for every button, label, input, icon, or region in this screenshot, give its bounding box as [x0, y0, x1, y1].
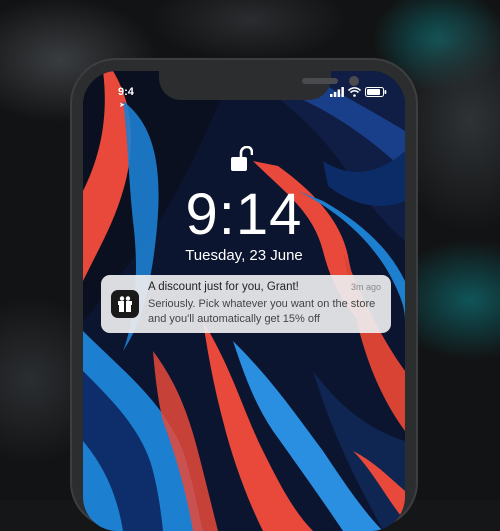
front-camera	[349, 76, 359, 86]
location-arrow-icon: ➤	[119, 102, 125, 109]
status-time: 9:4	[118, 86, 134, 98]
app-icon	[111, 290, 139, 318]
lock-screen: 9:4 ➤ 9:14 Tuesday, 23 June A discount j…	[83, 71, 405, 531]
notification-title: A discount just for you, Grant!	[148, 281, 299, 293]
phone-frame: 9:4 ➤ 9:14 Tuesday, 23 June A discount j…	[70, 58, 418, 531]
status-icons	[330, 87, 387, 97]
notification-card[interactable]: A discount just for you, Grant! 3m ago S…	[101, 275, 391, 333]
notification-body: Seriously. Pick whatever you want on the…	[148, 298, 376, 325]
lock-screen-date: Tuesday, 23 June	[185, 247, 303, 264]
gift-box-icon	[118, 296, 132, 312]
notification-timestamp: 3m ago	[350, 282, 381, 292]
lock-screen-time: 9:14	[185, 182, 303, 247]
signal-bars-icon	[330, 87, 344, 97]
notch	[159, 71, 359, 100]
battery-icon	[365, 87, 387, 97]
unlocked-padlock-icon	[231, 146, 253, 171]
speaker-grille	[302, 78, 338, 84]
wifi-icon	[348, 87, 361, 97]
